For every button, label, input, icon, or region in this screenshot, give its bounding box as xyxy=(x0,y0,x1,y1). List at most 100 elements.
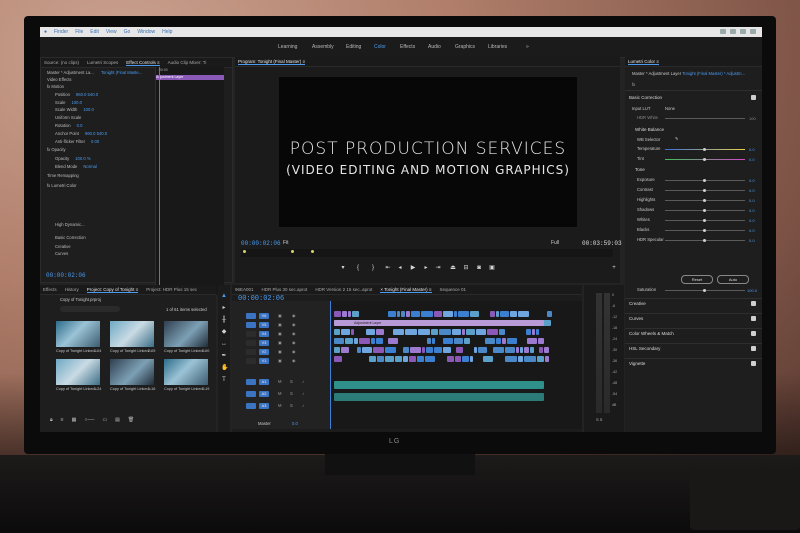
clip-thumbnail[interactable] xyxy=(56,359,100,385)
eye-icon[interactable]: ◉ xyxy=(292,340,296,345)
mute-button[interactable]: M xyxy=(278,403,282,408)
track-target[interactable] xyxy=(246,313,256,319)
ec-clip-bar[interactable]: Adjustment Layer xyxy=(156,75,224,80)
clip-thumbnail[interactable] xyxy=(110,321,154,347)
ec-row-item[interactable]: Video Effects xyxy=(47,77,72,82)
ec-master[interactable]: Master * Adjustment La... xyxy=(47,70,94,75)
video-clip[interactable] xyxy=(373,347,384,353)
step-back-button[interactable]: ◂ xyxy=(397,265,403,271)
video-clip[interactable] xyxy=(388,311,396,317)
lock-icon[interactable]: ▣ xyxy=(278,313,282,318)
slider-knob[interactable] xyxy=(703,148,706,151)
meter-solo-buttons[interactable]: S S xyxy=(596,417,602,422)
lock-icon[interactable]: ▣ xyxy=(278,340,282,345)
video-clip[interactable] xyxy=(395,356,402,362)
timeline-playhead[interactable] xyxy=(330,301,331,429)
video-clip[interactable] xyxy=(405,329,417,335)
hand-tool-icon[interactable]: ✋ xyxy=(221,365,228,371)
tab-libraries[interactable]: Libraries xyxy=(488,44,507,50)
video-clip[interactable] xyxy=(490,311,495,317)
track-label[interactable]: V6 xyxy=(259,313,269,319)
tab-effects-panel[interactable]: Effects xyxy=(43,287,57,292)
video-clip[interactable] xyxy=(524,347,529,353)
video-clip[interactable] xyxy=(458,311,469,317)
video-clip[interactable] xyxy=(426,347,433,353)
slider-value[interactable]: 0.0 xyxy=(749,147,755,152)
solo-button[interactable]: S xyxy=(290,403,293,408)
ec-row-item[interactable]: Blend Mode Normal xyxy=(55,164,97,169)
button-editor-icon[interactable]: + xyxy=(611,265,617,271)
video-clip[interactable] xyxy=(417,356,424,362)
ec-row-item[interactable]: Scale 100.0 xyxy=(55,100,82,105)
tab-history[interactable]: History xyxy=(65,287,79,292)
track-label[interactable]: V4 xyxy=(259,331,269,337)
video-clip[interactable] xyxy=(431,329,438,335)
mark-out-button[interactable]: } xyxy=(370,265,376,271)
program-scrubber[interactable] xyxy=(241,249,613,257)
slider-value[interactable]: 0.0 xyxy=(749,208,755,213)
eye-icon[interactable]: ◉ xyxy=(292,349,296,354)
master-track-value[interactable]: 0.0 xyxy=(292,421,298,426)
video-clip[interactable] xyxy=(425,356,435,362)
video-clip[interactable] xyxy=(342,311,347,317)
video-clip[interactable] xyxy=(421,311,433,317)
ec-row-item[interactable]: Uniform Scale xyxy=(55,115,81,120)
slider-value[interactable]: 0.0 xyxy=(749,188,755,193)
video-clip[interactable] xyxy=(456,347,463,353)
video-clip[interactable] xyxy=(439,329,451,335)
tab-more[interactable]: » xyxy=(526,44,529,50)
video-clip[interactable] xyxy=(538,338,544,344)
tone-header[interactable]: Tone xyxy=(635,167,645,172)
new-bin-icon[interactable]: ▭ xyxy=(102,417,107,425)
video-clip[interactable] xyxy=(334,311,341,317)
battery-icon[interactable] xyxy=(730,29,736,34)
video-clip[interactable] xyxy=(545,356,549,362)
video-clip[interactable] xyxy=(427,338,431,344)
audio-clip[interactable] xyxy=(334,381,544,389)
eye-icon[interactable]: ◉ xyxy=(292,313,296,318)
slider-value[interactable]: 0.0 xyxy=(749,178,755,183)
ec-row-value[interactable]: 100.0 % xyxy=(75,156,90,161)
video-clip[interactable] xyxy=(518,311,529,317)
video-clip[interactable] xyxy=(462,329,465,335)
video-clip[interactable] xyxy=(544,347,549,353)
basic-correction-checkbox[interactable] xyxy=(751,95,756,100)
ec-row-item[interactable]: Anti-flicker Filter 0.00 xyxy=(55,139,99,144)
video-clip[interactable] xyxy=(377,356,384,362)
zoom-select[interactable]: Fit xyxy=(283,240,289,246)
saturation-knob[interactable] xyxy=(703,289,706,292)
auto-button[interactable]: Auto xyxy=(717,275,749,284)
input-lut-select[interactable]: None xyxy=(665,106,675,111)
tab-hdr-plus-30[interactable]: HDR Plus 30 sec.aprot xyxy=(262,287,308,292)
track-select-tool-icon[interactable]: ▸ xyxy=(221,305,227,311)
video-clip[interactable] xyxy=(409,356,416,362)
track-target[interactable] xyxy=(246,349,256,355)
pen-tool-icon[interactable]: ✒ xyxy=(221,353,227,359)
track-target[interactable] xyxy=(246,322,256,328)
video-clip[interactable] xyxy=(510,311,517,317)
track-label[interactable]: A2 xyxy=(259,391,269,397)
slider-knob[interactable] xyxy=(703,239,706,242)
video-clip[interactable] xyxy=(354,338,358,344)
video-clip[interactable] xyxy=(366,329,375,335)
mic-icon[interactable]: ♪ xyxy=(302,403,304,408)
export-frame-button[interactable]: ◙ xyxy=(476,265,482,271)
go-to-in-button[interactable]: ⇤ xyxy=(385,265,391,271)
audio-clip[interactable] xyxy=(334,393,544,401)
video-clip[interactable] xyxy=(518,356,523,362)
slider-value[interactable]: 0.0 xyxy=(749,228,755,233)
timeline-tracks[interactable]: Adjustment Layer xyxy=(330,301,582,429)
hdr-white-value[interactable]: 100 xyxy=(749,116,756,121)
video-clip[interactable] xyxy=(443,347,451,353)
tab-effect-controls[interactable]: Effect Controls ≡ xyxy=(126,60,160,66)
ec-row-value[interactable]: 100.0 xyxy=(71,100,81,105)
basic-correction-header[interactable]: Basic Correction xyxy=(629,95,662,100)
video-clip[interactable] xyxy=(474,347,477,353)
tab-hdr-version-2[interactable]: HDR Version 2 15 sec..aprot xyxy=(315,287,372,292)
track-label[interactable]: V1 xyxy=(259,358,269,364)
video-clip[interactable] xyxy=(527,338,537,344)
solo-button[interactable]: S xyxy=(290,379,293,384)
add-marker-button[interactable]: ▾ xyxy=(340,265,346,271)
type-tool-icon[interactable]: T xyxy=(221,377,227,383)
menu-icon[interactable] xyxy=(750,29,756,34)
